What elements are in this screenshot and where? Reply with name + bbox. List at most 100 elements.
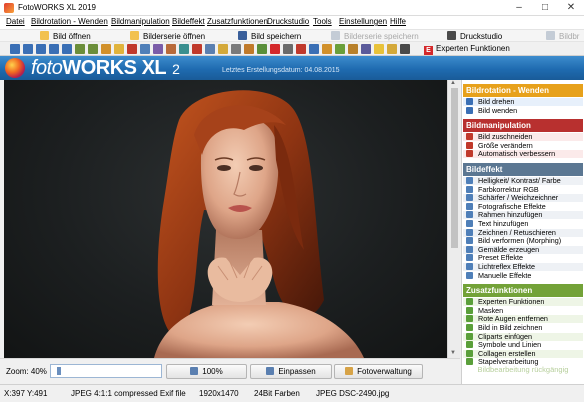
panel-item[interactable]: Manuelle Effekte <box>463 271 583 280</box>
picture-in-picture-icon[interactable] <box>309 44 319 54</box>
resize-icon[interactable] <box>88 44 98 54</box>
icon-toolbar: E Experten Funktionen <box>0 42 584 56</box>
zoom-slider[interactable] <box>50 364 162 378</box>
section-header[interactable]: Bildrotation - Wenden <box>463 84 583 97</box>
zoom-icon <box>190 367 199 375</box>
save-series-button[interactable]: Bilderserie speichern <box>331 31 419 42</box>
panel-item-icon <box>466 271 473 279</box>
image-browser-label: Bildbr <box>559 32 580 41</box>
frame-icon[interactable] <box>166 44 176 54</box>
symbols-icon[interactable] <box>335 44 345 54</box>
main-toolbar: Bild öffnen Bilderserie öffnen Bild spei… <box>0 29 584 42</box>
print-icon[interactable] <box>400 44 410 54</box>
star-icon[interactable] <box>374 44 384 54</box>
panel-item-icon <box>466 211 473 219</box>
panel-item[interactable]: Bild wenden <box>463 105 583 115</box>
menu-bar: Datei Bildrotation - Wenden Bildmanipula… <box>0 16 584 29</box>
folder-icon[interactable] <box>387 44 397 54</box>
brand-version: 2 <box>172 61 180 77</box>
menu-bildrotation[interactable]: Bildrotation - Wenden <box>31 17 108 26</box>
draw-icon[interactable] <box>192 44 202 54</box>
sharpen-icon[interactable] <box>140 44 150 54</box>
paint-icon[interactable] <box>218 44 228 54</box>
menu-tools[interactable]: Tools <box>313 17 332 26</box>
open-series-button[interactable]: Bilderserie öffnen <box>130 31 205 42</box>
zoom-slider-knob[interactable] <box>57 367 61 375</box>
lens-icon[interactable] <box>244 44 254 54</box>
menu-einstellungen[interactable]: Einstellungen <box>339 17 387 26</box>
red-eye-icon[interactable] <box>296 44 306 54</box>
maximize-button[interactable]: □ <box>532 0 558 16</box>
morph-icon[interactable] <box>205 44 215 54</box>
panel-item-label: Bild wenden <box>478 105 518 115</box>
floppy-icon <box>238 31 247 40</box>
brand-name-light: foto <box>31 57 63 79</box>
undo-button[interactable]: Bildbearbeitung rückgängig <box>463 364 583 376</box>
scroll-down-icon[interactable]: ▼ <box>450 350 456 356</box>
text-icon[interactable] <box>179 44 189 54</box>
mask-icon[interactable] <box>283 44 293 54</box>
app-icon <box>4 3 14 13</box>
menu-hilfe[interactable]: Hilfe <box>390 17 406 26</box>
brand-name-bold: WORKS <box>62 57 137 79</box>
panel-item[interactable]: Automatisch verbessern <box>463 149 583 159</box>
status-bar: X:397 Y:491 JPEG 4:1:1 compressed Exif f… <box>0 384 584 402</box>
printer-icon <box>447 31 456 40</box>
brand-banner: fotoWORKS XL 2 Letztes Erstellungsdatum: … <box>0 56 584 80</box>
auto-enhance-icon[interactable] <box>101 44 111 54</box>
crop-icon[interactable] <box>75 44 85 54</box>
status-dimensions: 1920x1470 <box>199 389 239 398</box>
section-header[interactable]: Bildeffekt <box>463 163 583 176</box>
menu-datei[interactable]: Datei <box>6 17 25 26</box>
color-icon[interactable] <box>127 44 137 54</box>
open-series-label: Bilderserie öffnen <box>143 32 206 41</box>
minimize-button[interactable]: – <box>506 0 532 16</box>
expert-icon[interactable] <box>270 44 280 54</box>
close-button[interactable]: ✕ <box>558 0 584 16</box>
rotate-left-icon[interactable] <box>10 44 20 54</box>
effects-icon[interactable] <box>153 44 163 54</box>
viewer-vertical-scrollbar[interactable]: ▲ ▼ <box>447 80 460 358</box>
zoom-label: Zoom: 40% <box>6 367 47 376</box>
manual-icon[interactable] <box>257 44 267 54</box>
save-image-button[interactable]: Bild speichern <box>238 31 301 42</box>
clipart-icon[interactable] <box>322 44 332 54</box>
photo-manager-label: Fotoverwaltung <box>357 367 412 376</box>
rotate-180-icon[interactable] <box>36 44 46 54</box>
last-created-date: Letztes Erstellungsdatum: 04.08.2015 <box>222 67 340 74</box>
panel-item-icon <box>466 228 473 236</box>
panel-item-icon <box>466 106 473 114</box>
batch-icon[interactable] <box>361 44 371 54</box>
brightness-icon[interactable] <box>114 44 124 54</box>
open-image-button[interactable]: Bild öffnen <box>40 31 91 42</box>
zoom-100-button[interactable]: 100% <box>166 364 247 379</box>
photo-manager-button[interactable]: Fotoverwaltung <box>334 364 423 379</box>
portrait-photo <box>154 90 364 358</box>
grid-icon <box>345 367 354 375</box>
section-header[interactable]: Bildmanipulation <box>463 119 583 133</box>
panel-item-icon <box>466 306 473 314</box>
preset-icon[interactable] <box>231 44 241 54</box>
print-studio-button[interactable]: Druckstudio <box>447 31 502 42</box>
floppy-stack-icon <box>331 31 340 40</box>
flip-v-icon[interactable] <box>62 44 72 54</box>
expert-functions-button[interactable]: E Experten Funktionen <box>424 43 510 55</box>
folder-stack-icon <box>130 31 139 40</box>
fit-icon <box>266 367 275 375</box>
panel-item-icon <box>466 133 473 141</box>
panel-item-icon <box>466 237 473 245</box>
scroll-up-icon[interactable]: ▲ <box>450 80 456 86</box>
image-viewer[interactable] <box>4 80 447 358</box>
image-browser-button[interactable]: Bildbr <box>546 31 579 42</box>
scrollbar-thumb[interactable] <box>451 88 458 248</box>
collage-icon[interactable] <box>348 44 358 54</box>
menu-druckstudio[interactable]: Druckstudio <box>267 17 309 26</box>
menu-bildmanipulation[interactable]: Bildmanipulation <box>111 17 170 26</box>
panel-item-label: Automatisch verbessern <box>478 149 556 159</box>
flip-h-icon[interactable] <box>49 44 59 54</box>
section-header[interactable]: Zusatzfunktionen <box>463 284 583 298</box>
fit-button[interactable]: Einpassen <box>250 364 332 379</box>
menu-bildeffekt[interactable]: Bildeffekt <box>172 17 205 26</box>
rotate-right-icon[interactable] <box>23 44 33 54</box>
menu-zusatzfunktionen[interactable]: Zusatzfunktionen <box>207 17 268 26</box>
